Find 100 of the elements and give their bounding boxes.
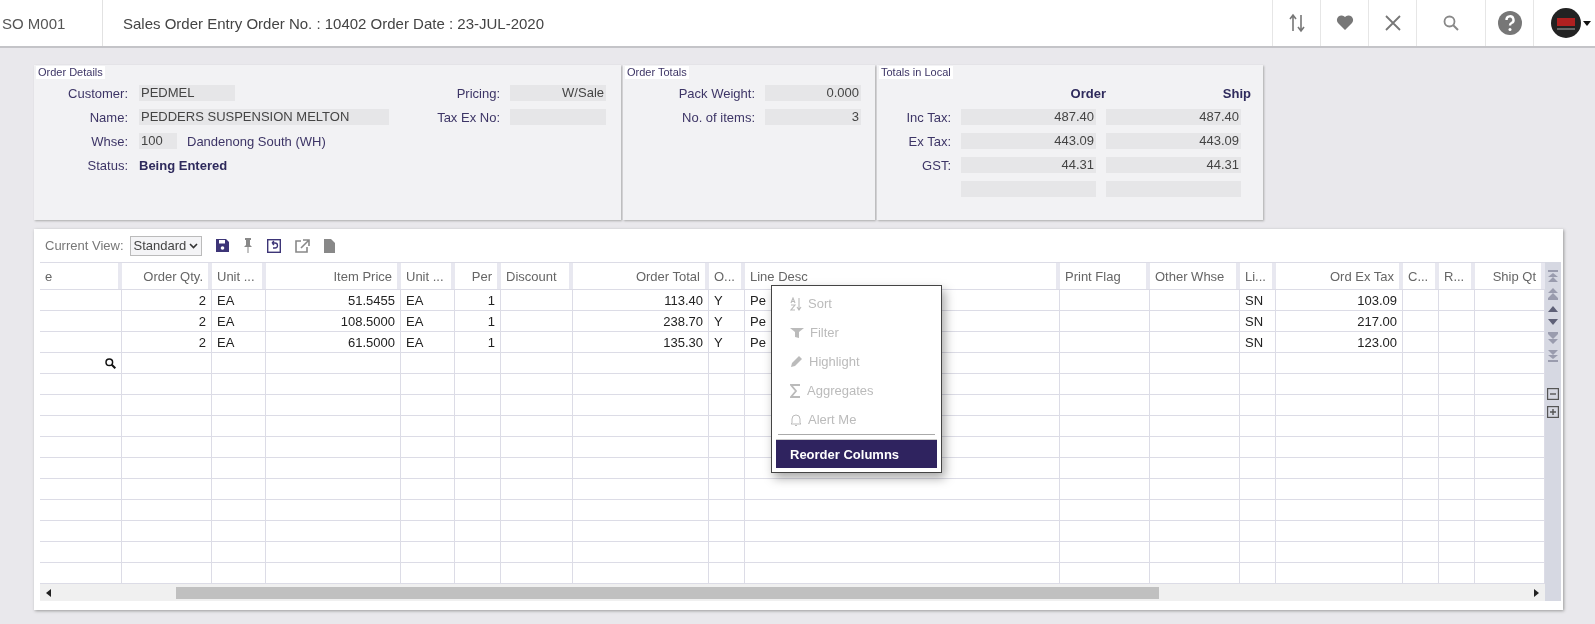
funnel-icon — [790, 326, 804, 339]
input-field[interactable]: 487.40 — [1106, 109, 1241, 125]
column-header[interactable]: Ord Ex Tax — [1276, 263, 1403, 289]
collapse-icon[interactable] — [1547, 388, 1559, 400]
field-label: GST: — [921, 157, 951, 173]
field-label: Tax Ex No: — [436, 109, 500, 125]
input-field[interactable]: 44.31 — [1106, 157, 1241, 173]
column-header[interactable]: Li... — [1240, 263, 1276, 289]
table-cell: 61.5000 — [266, 332, 401, 352]
down-icon[interactable] — [1548, 319, 1558, 326]
column-header[interactable]: Per — [455, 263, 501, 289]
input-field[interactable]: 44.31 — [961, 157, 1096, 173]
panel-title: Order Totals — [625, 66, 689, 79]
restore-icon[interactable] — [267, 238, 282, 253]
table-cell: 1 — [455, 332, 501, 352]
up-icon[interactable] — [1548, 306, 1558, 313]
field-label: Customer: — [67, 85, 128, 101]
view-dropdown[interactable]: Standard — [129, 235, 203, 256]
bell-icon — [790, 412, 802, 427]
table-cell: 217.00 — [1276, 311, 1403, 331]
column-header[interactable]: Other Whse — [1150, 263, 1240, 289]
table-cell: EA — [401, 311, 455, 331]
column-header[interactable]: e — [40, 263, 122, 289]
screen-code: SO M001 — [0, 0, 103, 46]
field-label: Status: — [86, 157, 128, 173]
swap-arrows-icon[interactable] — [1288, 13, 1305, 33]
column-header[interactable]: Order Total — [573, 263, 709, 289]
current-view-label: Current View: — [45, 238, 124, 253]
field-label: Ex Tax: — [907, 133, 951, 149]
save-icon[interactable] — [216, 239, 230, 252]
input-field[interactable]: PEDDERS SUSPENSION MELTON — [139, 109, 389, 125]
column-heading: Ship — [1221, 85, 1251, 101]
table-cell: 2 — [122, 290, 212, 310]
table-cell: 238.70 — [573, 311, 709, 331]
menu-item[interactable]: Reorder Columns — [776, 439, 937, 468]
field-label: Pricing: — [455, 85, 500, 101]
table-cell: SN — [1240, 311, 1276, 331]
table-cell: 1 — [455, 290, 501, 310]
table-cell: EA — [212, 332, 266, 352]
column-header[interactable]: R... — [1439, 263, 1475, 289]
table-cell: SN — [1240, 290, 1276, 310]
document-icon[interactable] — [324, 238, 336, 253]
column-heading: Order — [1069, 85, 1106, 101]
field-label: Inc Tax: — [905, 109, 951, 125]
input-field[interactable]: W/Sale — [510, 85, 606, 101]
status-text: Being Entered — [139, 157, 228, 173]
pin-icon[interactable] — [243, 238, 254, 253]
sort-icon — [790, 296, 802, 311]
chevron-down-icon[interactable] — [189, 242, 199, 249]
input-field[interactable]: 443.09 — [1106, 133, 1241, 149]
panel-title: Totals in Local — [879, 66, 953, 79]
input-field[interactable]: 3 — [765, 109, 861, 125]
table-cell: 123.00 — [1276, 332, 1403, 352]
table-cell: EA — [401, 290, 455, 310]
table-cell: Y — [709, 332, 745, 352]
table-cell: SN — [1240, 332, 1276, 352]
column-header[interactable]: Unit ... — [401, 263, 455, 289]
column-header[interactable]: Order Qty. — [122, 263, 212, 289]
table-cell: EA — [212, 290, 266, 310]
scroll-left-icon[interactable] — [46, 588, 51, 597]
panel-title: Order Details — [36, 66, 105, 79]
heart-icon[interactable] — [1335, 15, 1354, 31]
scroll-right-icon[interactable] — [1534, 588, 1539, 597]
field-label: No. of items: — [681, 109, 755, 125]
field-label: Pack Weight: — [677, 85, 755, 101]
input-field[interactable]: 487.40 — [961, 109, 1096, 125]
table-cell: 2 — [122, 332, 212, 352]
table-cell: 51.5455 — [266, 290, 401, 310]
close-icon[interactable] — [1384, 15, 1401, 31]
help-icon[interactable] — [1497, 11, 1522, 35]
input-field[interactable]: PEDMEL — [139, 85, 235, 101]
column-header[interactable]: Unit ... — [212, 263, 266, 289]
table-cell: EA — [401, 332, 455, 352]
table-cell: 108.5000 — [266, 311, 401, 331]
external-link-icon[interactable] — [295, 238, 311, 253]
table-cell: 1 — [455, 311, 501, 331]
horizontal-scrollbar[interactable] — [40, 584, 1545, 601]
table-cell: 113.40 — [573, 290, 709, 310]
avatar-icon[interactable] — [1551, 8, 1581, 38]
column-header[interactable]: Item Price — [266, 263, 401, 289]
warehouse-description: Dandenong South (WH) — [187, 133, 326, 149]
column-header[interactable]: Print Flag — [1060, 263, 1150, 289]
column-header[interactable]: Discount — [501, 263, 573, 289]
pencil-icon — [790, 355, 803, 368]
input-field[interactable]: 443.09 — [961, 133, 1096, 149]
window-title: Sales Order Entry Order No. : 10402 Order Date : 23-JUL-2020 — [122, 14, 546, 32]
table-cell: 2 — [122, 311, 212, 331]
column-header[interactable]: C... — [1403, 263, 1439, 289]
input-field[interactable]: 0.000 — [765, 85, 861, 101]
search-icon[interactable] — [105, 357, 116, 369]
table-cell: Y — [709, 290, 745, 310]
column-header[interactable]: O... — [709, 263, 745, 289]
table-cell: 103.09 — [1276, 290, 1403, 310]
sigma-icon — [790, 383, 801, 398]
input-field[interactable]: 100 — [139, 133, 177, 149]
expand-icon[interactable] — [1547, 406, 1559, 418]
field-label: Name: — [88, 109, 128, 125]
caret-icon[interactable] — [1583, 20, 1591, 26]
table-cell: 135.30 — [573, 332, 709, 352]
field-label: Whse: — [90, 133, 128, 149]
